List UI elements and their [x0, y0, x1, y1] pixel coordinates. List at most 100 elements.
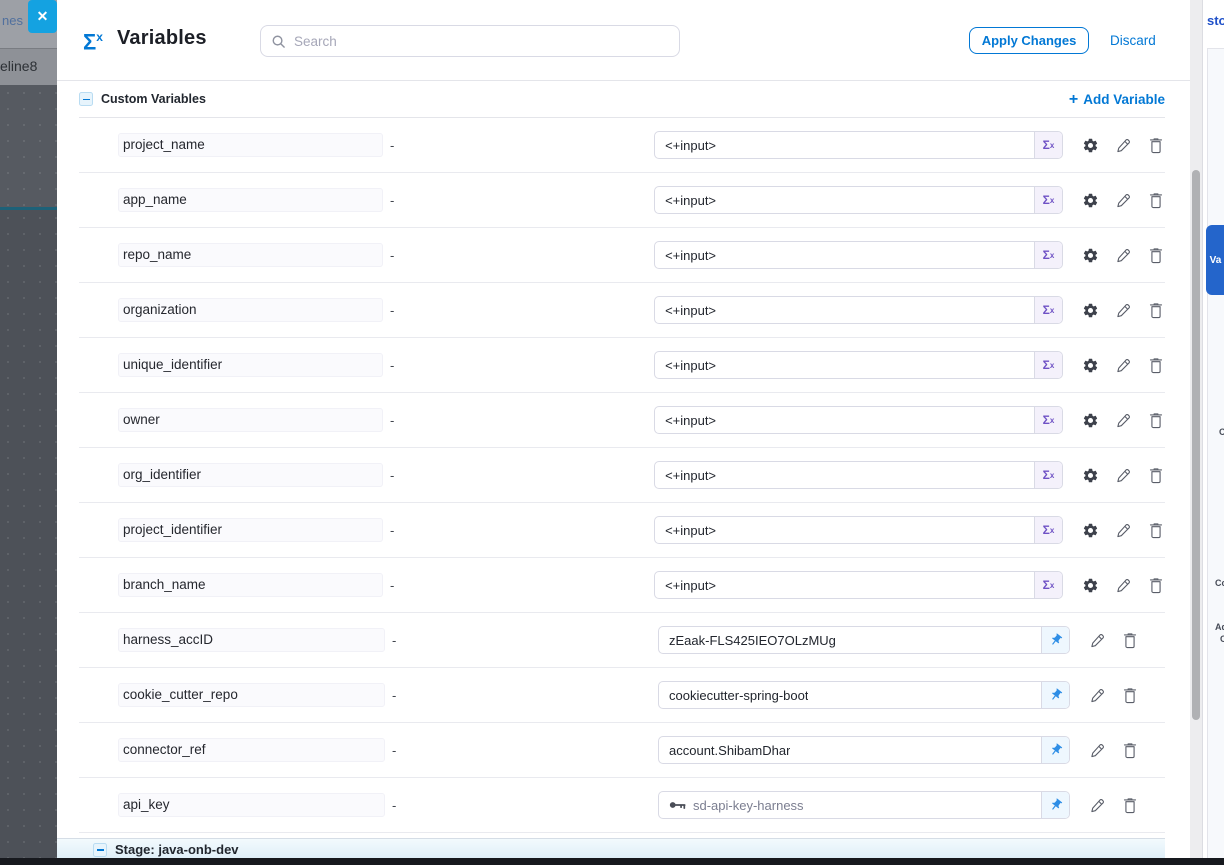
- runtime-input-sigma-icon[interactable]: Σx: [1034, 572, 1062, 598]
- edit-pencil-icon[interactable]: [1088, 686, 1106, 704]
- fixed-value-pin-icon[interactable]: [1041, 737, 1069, 763]
- fixed-value-pin-icon[interactable]: [1041, 627, 1069, 653]
- edit-pencil-icon[interactable]: [1114, 136, 1132, 154]
- variable-value-input[interactable]: <+input> Σx: [654, 571, 1063, 599]
- edit-pencil-icon[interactable]: [1088, 741, 1106, 759]
- delete-trash-icon[interactable]: [1147, 576, 1165, 594]
- delete-trash-icon[interactable]: [1121, 631, 1139, 649]
- variable-value-input[interactable]: <+input> Σx: [654, 296, 1063, 324]
- apply-changes-button[interactable]: Apply Changes: [969, 27, 1089, 54]
- discard-button[interactable]: Discard: [1110, 33, 1156, 48]
- runtime-input-sigma-icon[interactable]: Σx: [1034, 517, 1062, 543]
- variable-value-input[interactable]: <+input> Σx: [654, 351, 1063, 379]
- delete-trash-icon[interactable]: [1147, 356, 1165, 374]
- stage-section-header[interactable]: Stage: java-onb-dev: [57, 838, 1165, 860]
- variable-value-input[interactable]: <+input> Σx: [654, 131, 1063, 159]
- drawer-scrollbar-thumb[interactable]: [1192, 170, 1200, 720]
- variable-value-input[interactable]: zEaak-FLS425IEO7OLzMUg: [658, 626, 1070, 654]
- variable-description: -: [390, 303, 654, 318]
- delete-trash-icon[interactable]: [1121, 741, 1139, 759]
- row-actions: [1088, 741, 1139, 759]
- row-actions: [1081, 576, 1165, 594]
- settings-gear-icon[interactable]: [1081, 301, 1099, 319]
- edit-pencil-icon[interactable]: [1088, 796, 1106, 814]
- settings-gear-icon[interactable]: [1081, 356, 1099, 374]
- sigma-variables-icon: Σx: [83, 26, 103, 53]
- search-box[interactable]: [260, 25, 680, 57]
- row-actions: [1081, 136, 1165, 154]
- search-input[interactable]: [294, 34, 669, 49]
- runtime-input-sigma-icon[interactable]: Σx: [1034, 407, 1062, 433]
- variable-description: -: [392, 633, 658, 648]
- variable-value-input[interactable]: <+input> Σx: [654, 516, 1063, 544]
- settings-gear-icon[interactable]: [1081, 466, 1099, 484]
- settings-gear-icon[interactable]: [1081, 136, 1099, 154]
- delete-trash-icon[interactable]: [1147, 136, 1165, 154]
- dimmed-tab-row: eline8: [0, 48, 57, 85]
- row-actions: [1081, 246, 1165, 264]
- variable-value: <+input>: [665, 468, 716, 483]
- edit-pencil-icon[interactable]: [1114, 246, 1132, 264]
- settings-gear-icon[interactable]: [1081, 246, 1099, 264]
- variable-value-input[interactable]: <+input> Σx: [654, 241, 1063, 269]
- runtime-input-sigma-icon[interactable]: Σx: [1034, 132, 1062, 158]
- settings-gear-icon[interactable]: [1081, 576, 1099, 594]
- variables-rail-tab[interactable]: Va: [1206, 225, 1224, 295]
- runtime-input-sigma-icon[interactable]: Σx: [1034, 242, 1062, 268]
- variable-value: <+input>: [665, 303, 716, 318]
- search-icon: [271, 34, 286, 49]
- variable-value-input[interactable]: <+input> Σx: [654, 406, 1063, 434]
- variable-value-input[interactable]: sd-api-key-harness: [658, 791, 1070, 819]
- close-icon[interactable]: ✕: [28, 0, 57, 33]
- runtime-input-sigma-icon[interactable]: Σx: [1034, 187, 1062, 213]
- delete-trash-icon[interactable]: [1147, 191, 1165, 209]
- settings-gear-icon[interactable]: [1081, 411, 1099, 429]
- settings-gear-icon[interactable]: [1081, 191, 1099, 209]
- variable-value-input[interactable]: <+input> Σx: [654, 186, 1063, 214]
- pipeline-tab-fragment: eline8: [0, 58, 37, 74]
- variable-value-input[interactable]: <+input> Σx: [654, 461, 1063, 489]
- variable-name: project_name: [118, 133, 383, 157]
- variable-value: account.ShibamDhar: [669, 743, 790, 758]
- variable-row: connector_ref - account.ShibamDhar: [79, 723, 1165, 778]
- fixed-value-pin-icon[interactable]: [1041, 792, 1069, 818]
- delete-trash-icon[interactable]: [1147, 411, 1165, 429]
- delete-trash-icon[interactable]: [1121, 796, 1139, 814]
- settings-gear-icon[interactable]: [1081, 521, 1099, 539]
- runtime-input-sigma-icon[interactable]: Σx: [1034, 462, 1062, 488]
- dimmed-topbar: nes ✕: [0, 0, 57, 48]
- edit-pencil-icon[interactable]: [1114, 301, 1132, 319]
- delete-trash-icon[interactable]: [1147, 301, 1165, 319]
- variable-name: organization: [118, 298, 383, 322]
- row-actions: [1088, 686, 1139, 704]
- delete-trash-icon[interactable]: [1121, 686, 1139, 704]
- add-variable-button[interactable]: +Add Variable: [1069, 92, 1165, 107]
- row-actions: [1081, 301, 1165, 319]
- collapse-minus-icon[interactable]: [79, 92, 93, 106]
- drawer-scrollbar-track[interactable]: [1190, 0, 1202, 858]
- variable-description: -: [390, 578, 654, 593]
- edit-pencil-icon[interactable]: [1088, 631, 1106, 649]
- edit-pencil-icon[interactable]: [1114, 411, 1132, 429]
- runtime-input-sigma-icon[interactable]: Σx: [1034, 352, 1062, 378]
- edit-pencil-icon[interactable]: [1114, 521, 1132, 539]
- collapse-minus-icon[interactable]: [93, 843, 107, 857]
- row-actions: [1088, 631, 1139, 649]
- edit-pencil-icon[interactable]: [1114, 466, 1132, 484]
- delete-trash-icon[interactable]: [1147, 246, 1165, 264]
- variable-value: cookiecutter-spring-boot: [669, 688, 808, 703]
- edit-pencil-icon[interactable]: [1114, 356, 1132, 374]
- fixed-value-pin-icon[interactable]: [1041, 682, 1069, 708]
- variable-name: connector_ref: [118, 738, 385, 762]
- delete-trash-icon[interactable]: [1147, 521, 1165, 539]
- variable-name: app_name: [118, 188, 383, 212]
- delete-trash-icon[interactable]: [1147, 466, 1165, 484]
- rail-label-fragment: C: [1220, 634, 1224, 644]
- edit-pencil-icon[interactable]: [1114, 191, 1132, 209]
- edit-pencil-icon[interactable]: [1114, 576, 1132, 594]
- runtime-input-sigma-icon[interactable]: Σx: [1034, 297, 1062, 323]
- variable-value-input[interactable]: account.ShibamDhar: [658, 736, 1070, 764]
- execution-history-link-fragment[interactable]: stor: [1207, 13, 1224, 28]
- variable-value: <+input>: [665, 578, 716, 593]
- variable-value-input[interactable]: cookiecutter-spring-boot: [658, 681, 1070, 709]
